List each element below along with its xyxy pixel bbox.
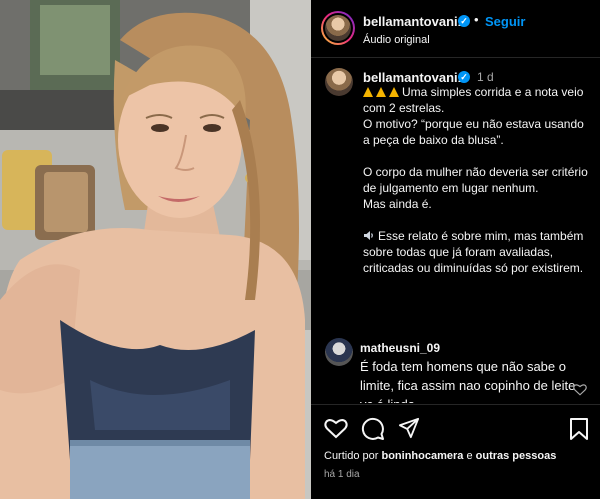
liked-mid: e — [463, 450, 476, 462]
caption-line-2: O motivo? “porque eu não estava usando a… — [363, 117, 584, 147]
caption-line-5: Esse relato é sobre mim, mas também sobr… — [363, 229, 584, 275]
post-photo — [0, 0, 311, 499]
comment-item: matheusni_09 É foda tem homens que não s… — [311, 335, 600, 403]
liked-by-text: Curtido por boninhocamera e outras pesso… — [324, 450, 556, 462]
commenter-avatar[interactable] — [325, 338, 353, 366]
post-time[interactable]: há 1 dia — [324, 469, 360, 480]
speaker-icon — [364, 231, 373, 240]
audio-label[interactable]: Áudio original — [363, 34, 430, 46]
verified-badge-icon: ✓ — [458, 71, 470, 83]
action-bar: Curtido por boninhocamera e outras pesso… — [311, 404, 600, 499]
caption-username[interactable]: bellamantovani1 — [363, 70, 465, 85]
caption-text: Uma simples corrida e a nota veio com 2 … — [363, 84, 591, 276]
heart-icon[interactable] — [324, 417, 348, 439]
post-media[interactable] — [0, 0, 311, 499]
caption-time[interactable]: 1 d — [477, 70, 494, 84]
post-sidebar: bellamantovani1 ✓ • Seguir Áudio origina… — [311, 0, 600, 499]
liked-others[interactable]: outras pessoas — [476, 450, 557, 462]
avatar-photo — [325, 15, 351, 41]
warning-icon — [363, 87, 373, 97]
verified-badge-icon: ✓ — [458, 15, 470, 27]
warning-icon — [376, 87, 386, 97]
caption-line-4: Mas ainda é. — [363, 197, 432, 211]
comment-like-heart-icon[interactable] — [573, 383, 587, 396]
commenter-username[interactable]: matheusni_09 — [360, 341, 440, 355]
follow-button[interactable]: Seguir — [485, 14, 525, 29]
warning-icon — [389, 87, 399, 97]
liked-prefix: Curtido por — [324, 450, 382, 462]
author-username[interactable]: bellamantovani1 — [363, 14, 465, 29]
separator-dot: • — [474, 12, 479, 27]
comment-text: É foda tem homens que não sabe o limite,… — [360, 359, 576, 403]
caption-avatar[interactable] — [325, 68, 353, 96]
comment-icon[interactable] — [361, 417, 385, 441]
caption-line-3: O corpo da mulher não deveria ser critér… — [363, 165, 588, 195]
liked-by-user[interactable]: boninhocamera — [381, 450, 463, 462]
bookmark-icon[interactable] — [569, 417, 589, 441]
share-icon[interactable] — [398, 417, 420, 439]
post-header: bellamantovani1 ✓ • Seguir Áudio origina… — [311, 0, 600, 58]
